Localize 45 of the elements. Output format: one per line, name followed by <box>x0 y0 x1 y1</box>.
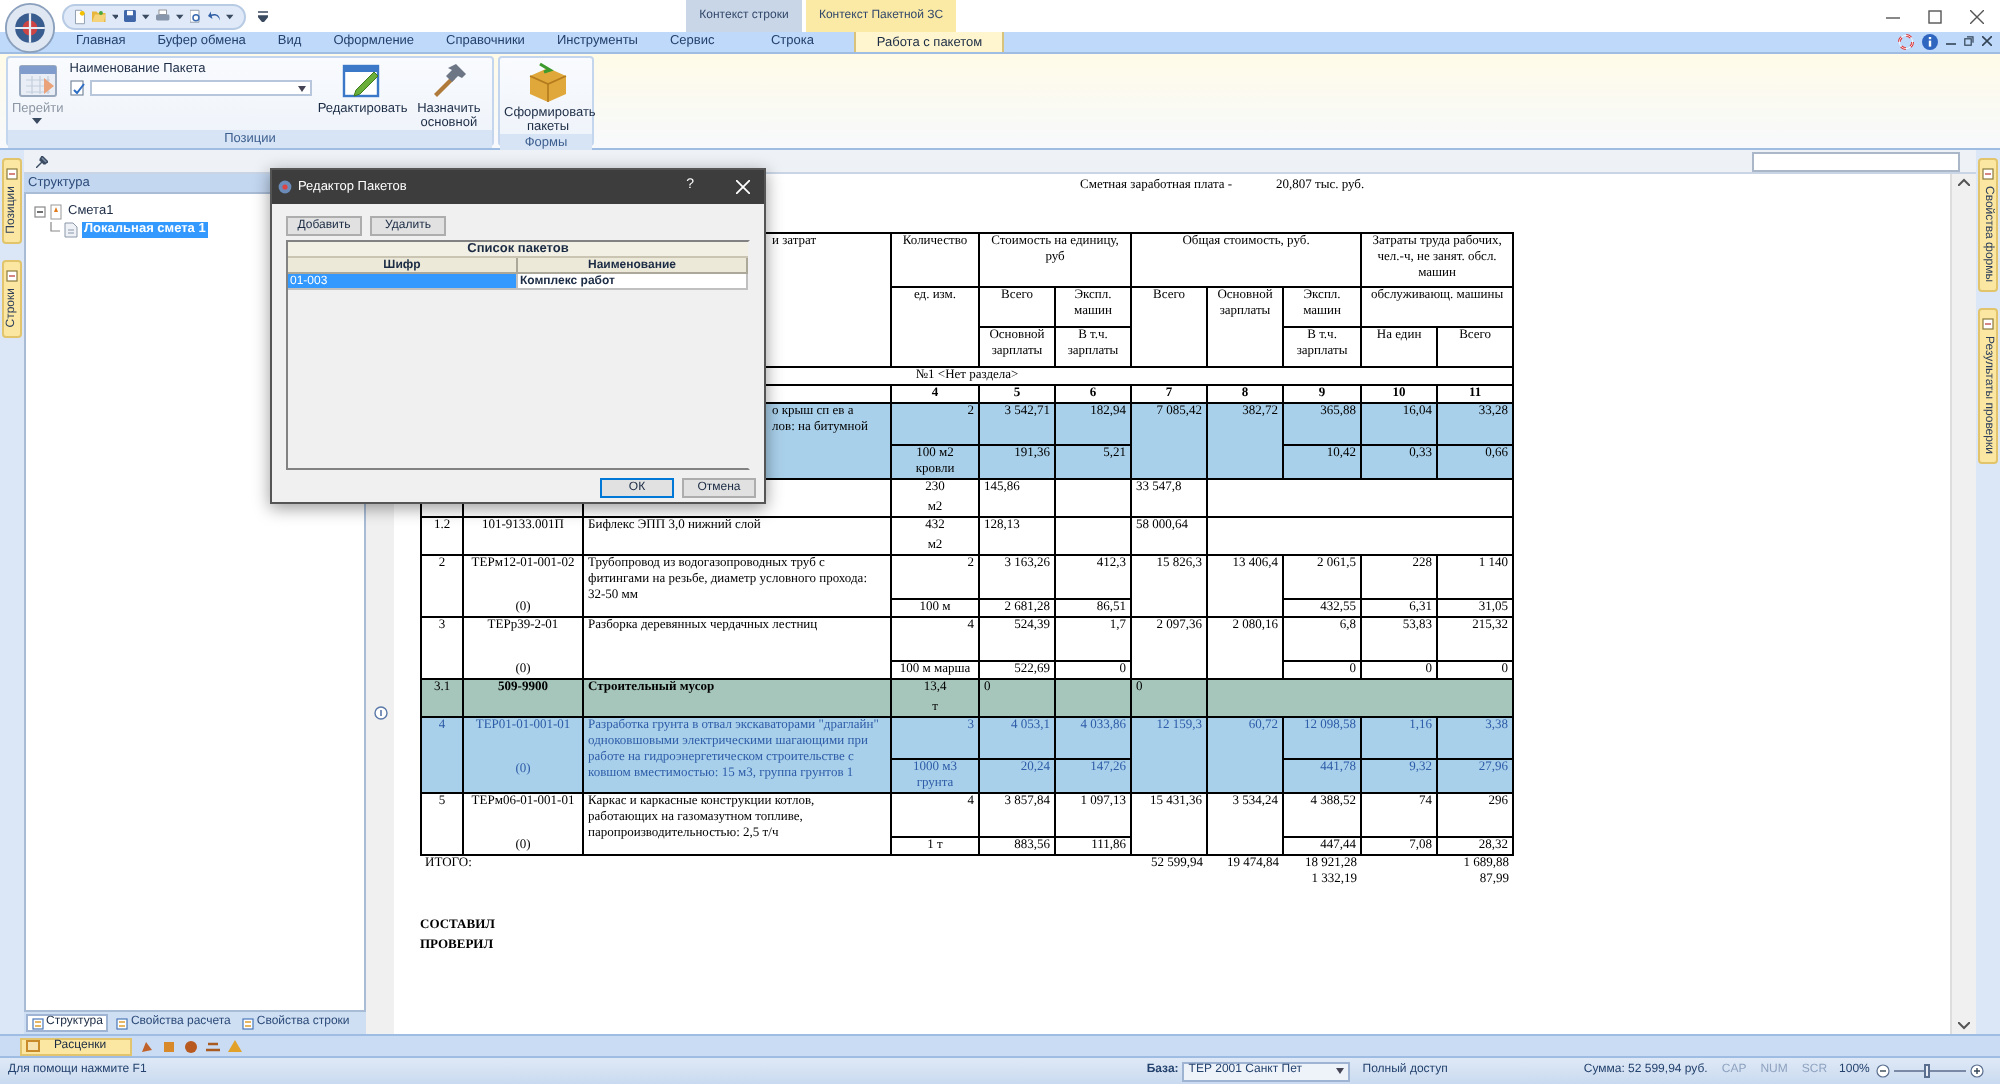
caret-icon[interactable] <box>111 13 119 19</box>
new-document-icon[interactable] <box>74 7 86 25</box>
customize-toolbar-icon[interactable] <box>258 10 268 22</box>
caret-icon[interactable] <box>226 13 234 19</box>
tab-icon <box>1982 168 1994 180</box>
document-icon <box>64 221 78 237</box>
toolbar-icon[interactable] <box>206 1039 220 1053</box>
input-field[interactable] <box>1752 151 1960 171</box>
edit-window-icon[interactable] <box>341 62 382 98</box>
tab-icon <box>1982 318 1994 331</box>
caret-icon[interactable] <box>142 13 151 19</box>
maximize-icon[interactable] <box>1928 9 1942 23</box>
close-icon[interactable] <box>1970 9 1984 23</box>
caret-icon[interactable] <box>1336 1068 1345 1074</box>
scrollbar[interactable] <box>1950 174 1976 1034</box>
undo-icon[interactable] <box>207 8 221 24</box>
dropdown-field[interactable] <box>89 80 312 96</box>
close-icon[interactable] <box>1982 36 1992 46</box>
expand-marker-icon[interactable] <box>373 706 387 720</box>
info-icon[interactable] <box>1922 33 1938 49</box>
tab-icon <box>242 1017 255 1029</box>
save-icon[interactable] <box>124 8 137 24</box>
scroll-up-icon[interactable] <box>1958 178 1970 186</box>
zoom-out-icon[interactable] <box>1875 1064 1890 1078</box>
package-icon[interactable] <box>526 62 570 102</box>
app-icon <box>278 180 292 194</box>
tree-connector-line <box>50 221 60 237</box>
collapse-icon[interactable] <box>34 205 46 217</box>
zoom-slider[interactable] <box>1893 1064 1966 1078</box>
zoom-in-icon[interactable] <box>1969 1064 1984 1078</box>
print-preview-icon[interactable] <box>189 7 202 25</box>
pin-icon[interactable] <box>36 155 48 167</box>
lifebuoy-icon[interactable] <box>1898 33 1914 49</box>
tab-icon <box>6 168 18 180</box>
checklist-icon <box>69 80 86 96</box>
book-icon <box>26 1040 40 1052</box>
tab-icon <box>6 269 18 282</box>
caret-icon[interactable] <box>175 13 184 19</box>
slider-thumb[interactable] <box>1923 1064 1930 1078</box>
caret-icon[interactable] <box>297 85 306 91</box>
scroll-down-icon[interactable] <box>1958 1022 1970 1030</box>
restore-icon[interactable] <box>1964 36 1974 46</box>
estimate-icon <box>50 203 62 219</box>
tab-icon <box>32 1017 44 1029</box>
tab-icon <box>116 1017 129 1029</box>
